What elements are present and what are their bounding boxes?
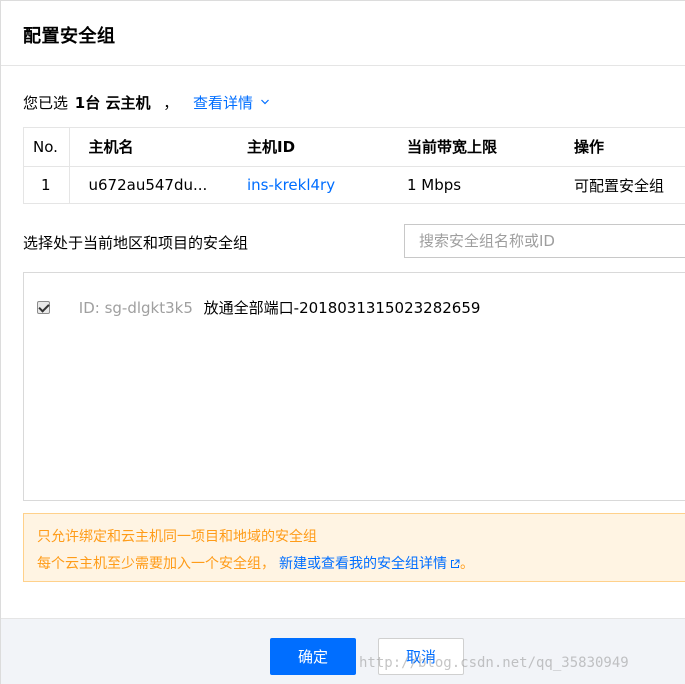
security-group-search[interactable] xyxy=(404,224,685,258)
view-details-label: 查看详情 xyxy=(193,94,254,112)
selection-comma: ， xyxy=(163,94,179,112)
cell-bandwidth: 1 Mbps xyxy=(407,176,462,195)
dialog-header: 配置安全组 xyxy=(1,1,685,66)
security-group-details-link[interactable]: 新建或查看我的安全组详情 xyxy=(279,556,460,572)
selection-prefix: 您已选 xyxy=(23,94,69,112)
notice-line-2-text: 每个云主机至少需要加入一个安全组， xyxy=(37,556,275,572)
cell-hostname: u672au547du... xyxy=(88,176,208,195)
checkbox-checked-icon[interactable] xyxy=(37,301,50,314)
cell-host-id: ins-krekl4ry xyxy=(228,166,388,204)
external-link-icon xyxy=(451,559,460,568)
host-id-link[interactable]: ins-krekl4ry xyxy=(247,176,335,194)
selection-count: 1台 云主机 xyxy=(74,94,151,112)
security-group-details-label: 新建或查看我的安全组详情 xyxy=(279,556,447,572)
table-row: 1 u672au547du... ins-krekl4ry 1 Mbps 可配置… xyxy=(24,166,685,204)
security-group-name: 放通全部端口-2018031315023282659 xyxy=(203,299,481,317)
notice-line-2-suffix: 。 xyxy=(460,556,474,572)
selection-summary: 您已选 1台 云主机 ， 查看详情 xyxy=(23,92,269,113)
col-header-host-id: 主机ID xyxy=(228,128,388,167)
cell-action: 可配置安全组 xyxy=(574,176,665,195)
chevron-down-icon xyxy=(260,99,269,105)
notice-line-1: 只允许绑定和云主机同一项目和地域的安全组 xyxy=(37,529,317,545)
list-item[interactable]: ID: sg-dlgkt3k5 放通全部端口-20180313150232826… xyxy=(37,297,480,318)
selected-hosts-table: No. 主机名 主机ID 当前带宽上限 操作 1 u672au547du... … xyxy=(23,127,685,204)
notice-box: 只允许绑定和云主机同一项目和地域的安全组 每个云主机至少需要加入一个安全组， 新建… xyxy=(23,513,685,582)
security-group-id: ID: sg-dlgkt3k5 xyxy=(78,299,193,317)
view-details-link[interactable]: 查看详情 xyxy=(193,94,269,112)
cell-no: 1 xyxy=(24,166,70,204)
dialog-title: 配置安全组 xyxy=(23,26,116,47)
col-header-hostname: 主机名 xyxy=(69,128,228,167)
col-header-no: No. xyxy=(24,128,70,167)
col-header-bandwidth: 当前带宽上限 xyxy=(388,128,555,167)
cancel-button[interactable]: 取消 xyxy=(378,638,464,675)
configure-security-group-dialog: 配置安全组 您已选 1台 云主机 ， 查看详情 No. 主机名 主机ID 当前带… xyxy=(0,0,685,684)
table-header-row: No. 主机名 主机ID 当前带宽上限 操作 xyxy=(24,128,685,167)
security-group-list: ID: sg-dlgkt3k5 放通全部端口-20180313150232826… xyxy=(23,272,685,501)
col-header-action: 操作 xyxy=(555,128,685,167)
confirm-button[interactable]: 确定 xyxy=(270,638,356,675)
notice-line-2: 每个云主机至少需要加入一个安全组， 新建或查看我的安全组详情 。 xyxy=(37,553,474,573)
dialog-footer: 确定 取消 xyxy=(1,618,685,684)
security-group-search-input[interactable] xyxy=(405,225,685,257)
security-group-picker-label: 选择处于当前地区和项目的安全组 xyxy=(23,234,249,252)
